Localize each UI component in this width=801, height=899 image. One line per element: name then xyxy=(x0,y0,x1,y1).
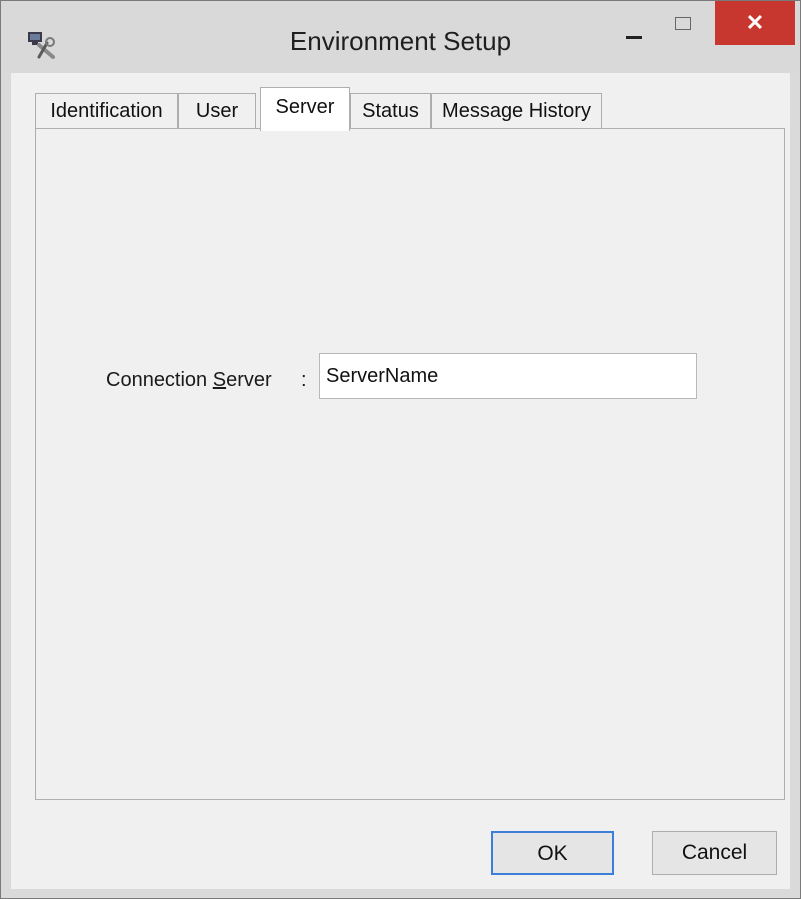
close-icon[interactable]: ✕ xyxy=(715,1,795,45)
title-bar[interactable]: Environment Setup ✕ xyxy=(1,1,800,73)
connection-server-label: Connection Server xyxy=(106,369,272,391)
environment-setup-window: Environment Setup ✕ Identification User … xyxy=(0,0,801,899)
cancel-button[interactable]: Cancel xyxy=(652,831,777,875)
tab-identification[interactable]: Identification xyxy=(35,93,178,129)
server-tab-panel: Connection Server : xyxy=(35,128,785,800)
dialog-body: Identification User Server Status Messag… xyxy=(11,73,790,889)
tab-user[interactable]: User xyxy=(178,93,256,129)
tab-server[interactable]: Server xyxy=(260,87,350,131)
accesskey-underline: S xyxy=(212,369,227,391)
tab-status[interactable]: Status xyxy=(350,93,431,129)
tab-message-history[interactable]: Message History xyxy=(431,93,602,129)
ok-button[interactable]: OK xyxy=(491,831,614,875)
minimize-icon[interactable] xyxy=(611,3,657,53)
connection-server-input[interactable] xyxy=(319,353,697,399)
maximize-icon[interactable] xyxy=(657,3,711,53)
label-colon: : xyxy=(301,369,307,391)
